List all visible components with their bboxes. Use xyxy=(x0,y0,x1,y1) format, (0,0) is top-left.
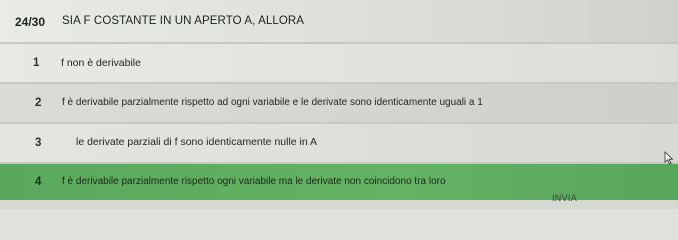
answer-option-2[interactable]: 2 f è derivabile parzialmente rispetto a… xyxy=(0,84,678,124)
quiz-panel: 24/30 SIA F COSTANTE IN UN APERTO A, ALL… xyxy=(0,0,678,209)
option-number: 3 xyxy=(35,137,42,149)
question-text: SIA F COSTANTE IN UN APERTO A, ALLORA xyxy=(62,15,305,27)
submit-button[interactable]: INVIA xyxy=(552,193,577,203)
answer-option-3[interactable]: 3 le derivate parziali di f sono identic… xyxy=(0,124,678,164)
option-number: 2 xyxy=(35,97,42,109)
mouse-pointer-icon xyxy=(664,151,674,165)
option-text: f è derivabile parzialmente rispetto ad … xyxy=(62,97,483,108)
question-header: 24/30 SIA F COSTANTE IN UN APERTO A, ALL… xyxy=(0,0,678,44)
option-number: 4 xyxy=(35,176,42,188)
answer-option-1[interactable]: 1 f non è derivabile xyxy=(0,44,678,84)
option-text: f non è derivabile xyxy=(61,57,141,69)
option-number: 1 xyxy=(33,57,40,69)
option-text: f è derivabile parzialmente rispetto ogn… xyxy=(62,176,446,187)
question-counter: 24/30 xyxy=(15,15,46,29)
option-text: le derivate parziali di f sono identicam… xyxy=(76,136,318,148)
